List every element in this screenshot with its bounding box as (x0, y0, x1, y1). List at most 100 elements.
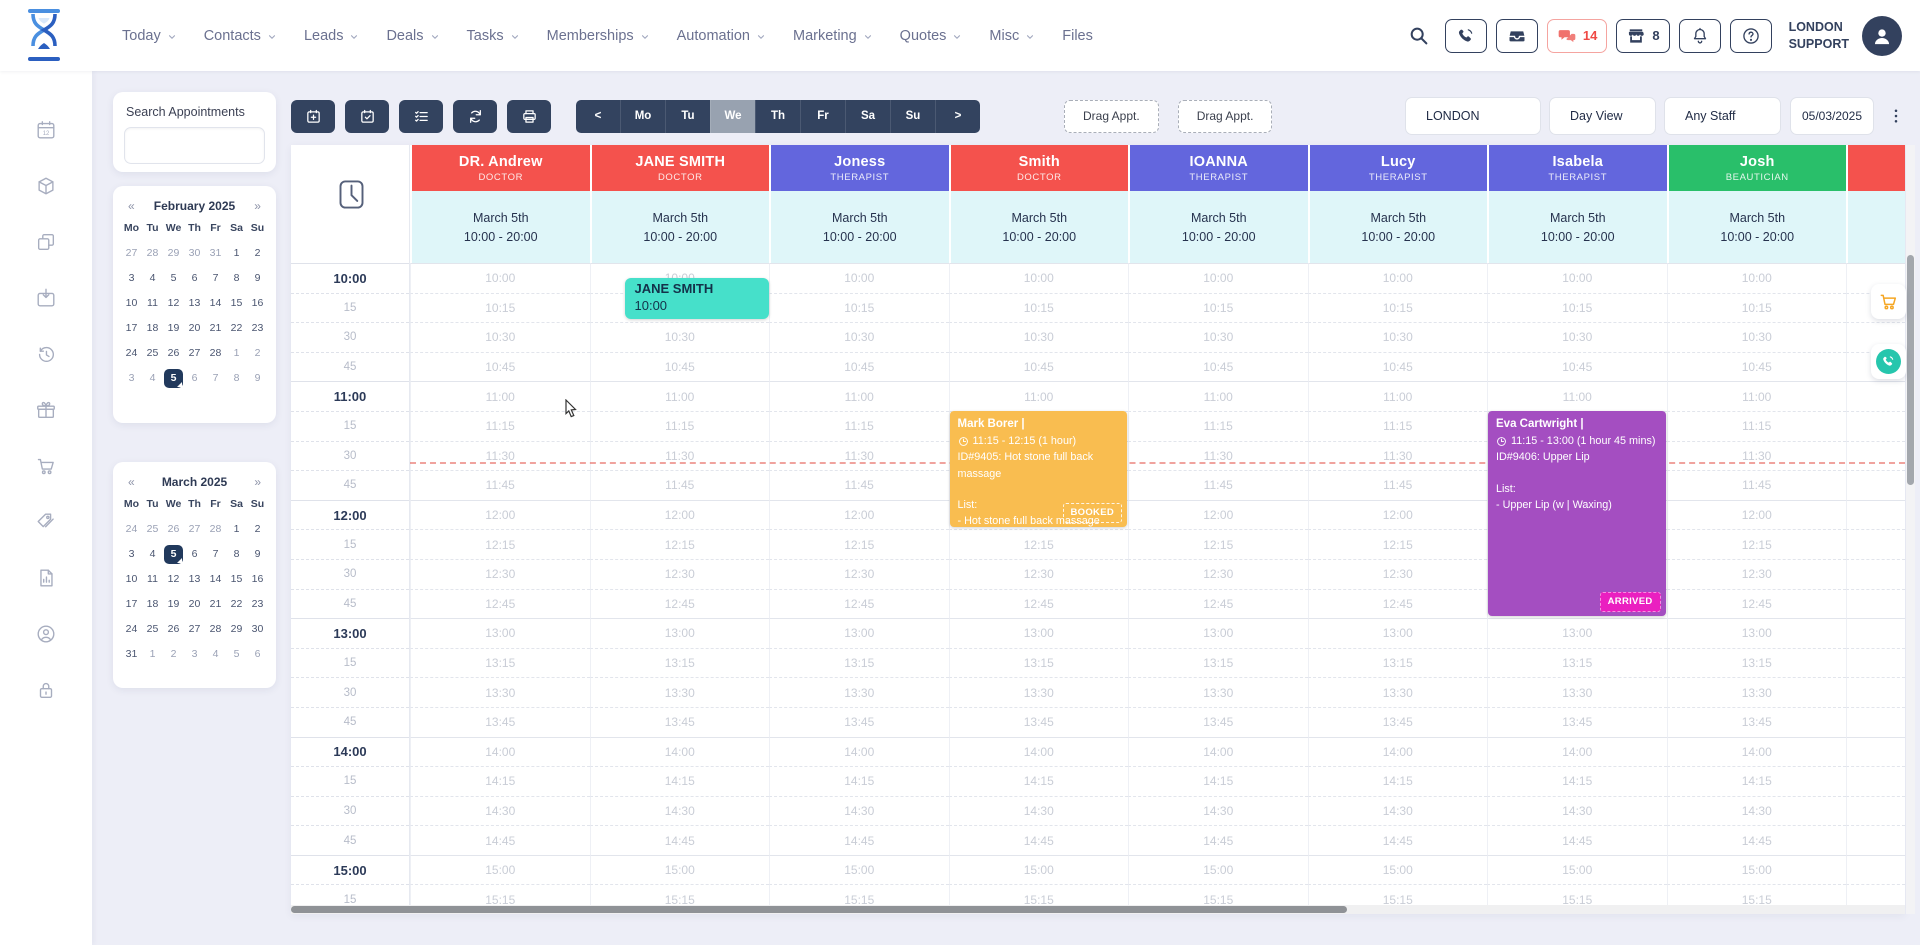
time-slot-cell[interactable]: 13:15 (1128, 647, 1308, 678)
time-slot-cell[interactable]: 12:00 (1666, 499, 1846, 530)
horizontal-scrollbar[interactable] (291, 905, 1905, 914)
time-slot-cell[interactable]: 12:00 (769, 499, 949, 530)
time-slot-cell[interactable]: 11:45 (769, 470, 949, 500)
time-slot-cell[interactable]: 15:00 (948, 854, 1128, 885)
day-tab-su[interactable]: Su (890, 99, 935, 133)
day-cell[interactable]: 8 (227, 369, 246, 388)
time-slot-cell[interactable]: 11:15 (1128, 410, 1308, 441)
time-slot-cell[interactable] (1846, 647, 1905, 678)
appointment-jane-smith-1000[interactable]: JANE SMITH 10:00 (624, 278, 769, 319)
time-slot-cell[interactable]: 14:00 (410, 736, 590, 767)
calendar-date-icon[interactable]: 12 (35, 119, 57, 141)
history-icon[interactable] (35, 343, 57, 365)
selected-day-cell[interactable]: 5 (164, 369, 183, 388)
view-select[interactable]: Day View (1549, 97, 1656, 135)
time-slot-cell[interactable]: 14:30 (769, 795, 949, 826)
time-slot-cell[interactable]: 10:00 (769, 263, 949, 293)
day-cell[interactable]: 7 (206, 369, 225, 388)
time-slot-cell[interactable] (1846, 795, 1905, 826)
time-slot-cell[interactable]: 10:15 (1487, 292, 1667, 323)
account-label[interactable]: LONDON SUPPORT (1789, 19, 1849, 53)
time-slot-cell[interactable]: 13:15 (948, 647, 1128, 678)
week-next-button[interactable]: > (935, 99, 980, 133)
day-cell[interactable]: 25 (143, 344, 162, 363)
time-slot-cell[interactable]: 12:30 (1307, 558, 1487, 589)
day-cell[interactable]: 31 (206, 244, 225, 263)
time-slot-cell[interactable]: 10:00 (1487, 263, 1667, 293)
refresh-button[interactable] (453, 99, 497, 133)
time-slot-cell[interactable]: 10:15 (769, 292, 949, 323)
time-slot-cell[interactable]: 10:45 (1307, 351, 1487, 382)
time-slot-cell[interactable]: 15:00 (1128, 854, 1308, 885)
time-slot-cell[interactable]: 12:30 (769, 558, 949, 589)
time-slot-cell[interactable]: 13:30 (1666, 677, 1846, 707)
time-slot-cell[interactable]: 14:45 (769, 825, 949, 855)
day-cell[interactable]: 1 (227, 344, 246, 363)
time-slot-cell[interactable]: 10:45 (1666, 351, 1846, 382)
time-slot-cell[interactable]: 10:30 (410, 322, 590, 352)
time-slot-cell[interactable]: 14:30 (589, 795, 769, 826)
day-cell[interactable]: 18 (143, 319, 162, 338)
time-slot-cell[interactable] (1846, 766, 1905, 796)
time-slot-cell[interactable]: 12:15 (769, 529, 949, 559)
time-slot-cell[interactable]: 10:45 (948, 351, 1128, 382)
nav-item-leads[interactable]: Leads (304, 28, 360, 44)
time-slot-cell[interactable]: 11:15 (1307, 410, 1487, 441)
help-button[interactable] (1729, 18, 1772, 53)
time-slot-cell[interactable]: 11:15 (1666, 410, 1846, 441)
time-slot-cell[interactable]: 13:45 (1128, 706, 1308, 737)
time-slot-cell[interactable]: 11:45 (1307, 470, 1487, 500)
day-cell[interactable]: 11 (143, 570, 162, 589)
day-cell[interactable]: 7 (206, 545, 225, 564)
appointment-eva-cartwright-9406[interactable]: Eva Cartwright | 11:15 - 13:00 (1 hour 45… (1488, 411, 1666, 617)
day-cell[interactable]: 17 (122, 319, 141, 338)
calendar-check-button[interactable] (345, 99, 389, 133)
date-picker[interactable]: 05/03/2025 (1790, 97, 1874, 135)
day-cell[interactable]: 22 (227, 319, 246, 338)
time-slot-cell[interactable]: 10:45 (589, 351, 769, 382)
staff-header[interactable]: Isabela THERAPIST (1487, 145, 1667, 191)
time-slot-cell[interactable] (1846, 677, 1905, 707)
day-cell[interactable]: 3 (122, 545, 141, 564)
time-slot-cell[interactable]: 12:30 (410, 558, 590, 589)
time-slot-cell[interactable]: 14:15 (589, 766, 769, 796)
day-cell[interactable]: 12 (164, 570, 183, 589)
day-cell[interactable]: 9 (248, 369, 267, 388)
phone-floating-button[interactable] (1871, 344, 1906, 379)
day-cell[interactable]: 20 (185, 319, 204, 338)
day-cell[interactable]: 8 (227, 269, 246, 288)
time-slot-cell[interactable]: 14:30 (1666, 795, 1846, 826)
day-cell[interactable]: 2 (248, 344, 267, 363)
time-slot-cell[interactable]: 14:30 (1128, 795, 1308, 826)
day-cell[interactable]: 21 (206, 319, 225, 338)
time-slot-cell[interactable]: 15:00 (1307, 854, 1487, 885)
time-slot-cell[interactable]: 13:45 (589, 706, 769, 737)
time-slot-cell[interactable]: 13:30 (769, 677, 949, 707)
time-slot-cell[interactable]: 13:30 (589, 677, 769, 707)
time-slot-cell[interactable]: 11:30 (1666, 440, 1846, 471)
time-slot-cell[interactable] (1846, 558, 1905, 589)
time-slot-cell[interactable]: 11:00 (1666, 381, 1846, 411)
staff-select[interactable]: Any Staff (1664, 97, 1781, 135)
day-cell[interactable]: 29 (164, 244, 183, 263)
time-slot-cell[interactable]: 13:15 (589, 647, 769, 678)
time-slot-cell[interactable]: 14:00 (1128, 736, 1308, 767)
time-slot-cell[interactable]: 13:45 (1307, 706, 1487, 737)
day-cell[interactable]: 31 (122, 645, 141, 664)
time-slot-cell[interactable]: 13:30 (1307, 677, 1487, 707)
day-cell[interactable]: 23 (248, 319, 267, 338)
time-slot-cell[interactable]: 11:00 (1487, 381, 1667, 411)
time-slot-cell[interactable]: 10:45 (1487, 351, 1667, 382)
time-slot-cell[interactable]: 15:00 (589, 854, 769, 885)
time-slot-cell[interactable]: 11:45 (410, 470, 590, 500)
staff-header[interactable]: Lucy THERAPIST (1307, 145, 1487, 191)
day-cell[interactable]: 9 (248, 545, 267, 564)
time-slot-cell[interactable]: 14:15 (1666, 766, 1846, 796)
time-slot-cell[interactable]: 14:30 (1487, 795, 1667, 826)
day-cell[interactable]: 30 (185, 244, 204, 263)
time-slot-cell[interactable]: 14:15 (1307, 766, 1487, 796)
time-slot-cell[interactable]: 14:15 (410, 766, 590, 796)
time-slot-cell[interactable]: 12:15 (1128, 529, 1308, 559)
time-slot-cell[interactable]: 14:00 (948, 736, 1128, 767)
day-cell[interactable]: 6 (248, 645, 267, 664)
